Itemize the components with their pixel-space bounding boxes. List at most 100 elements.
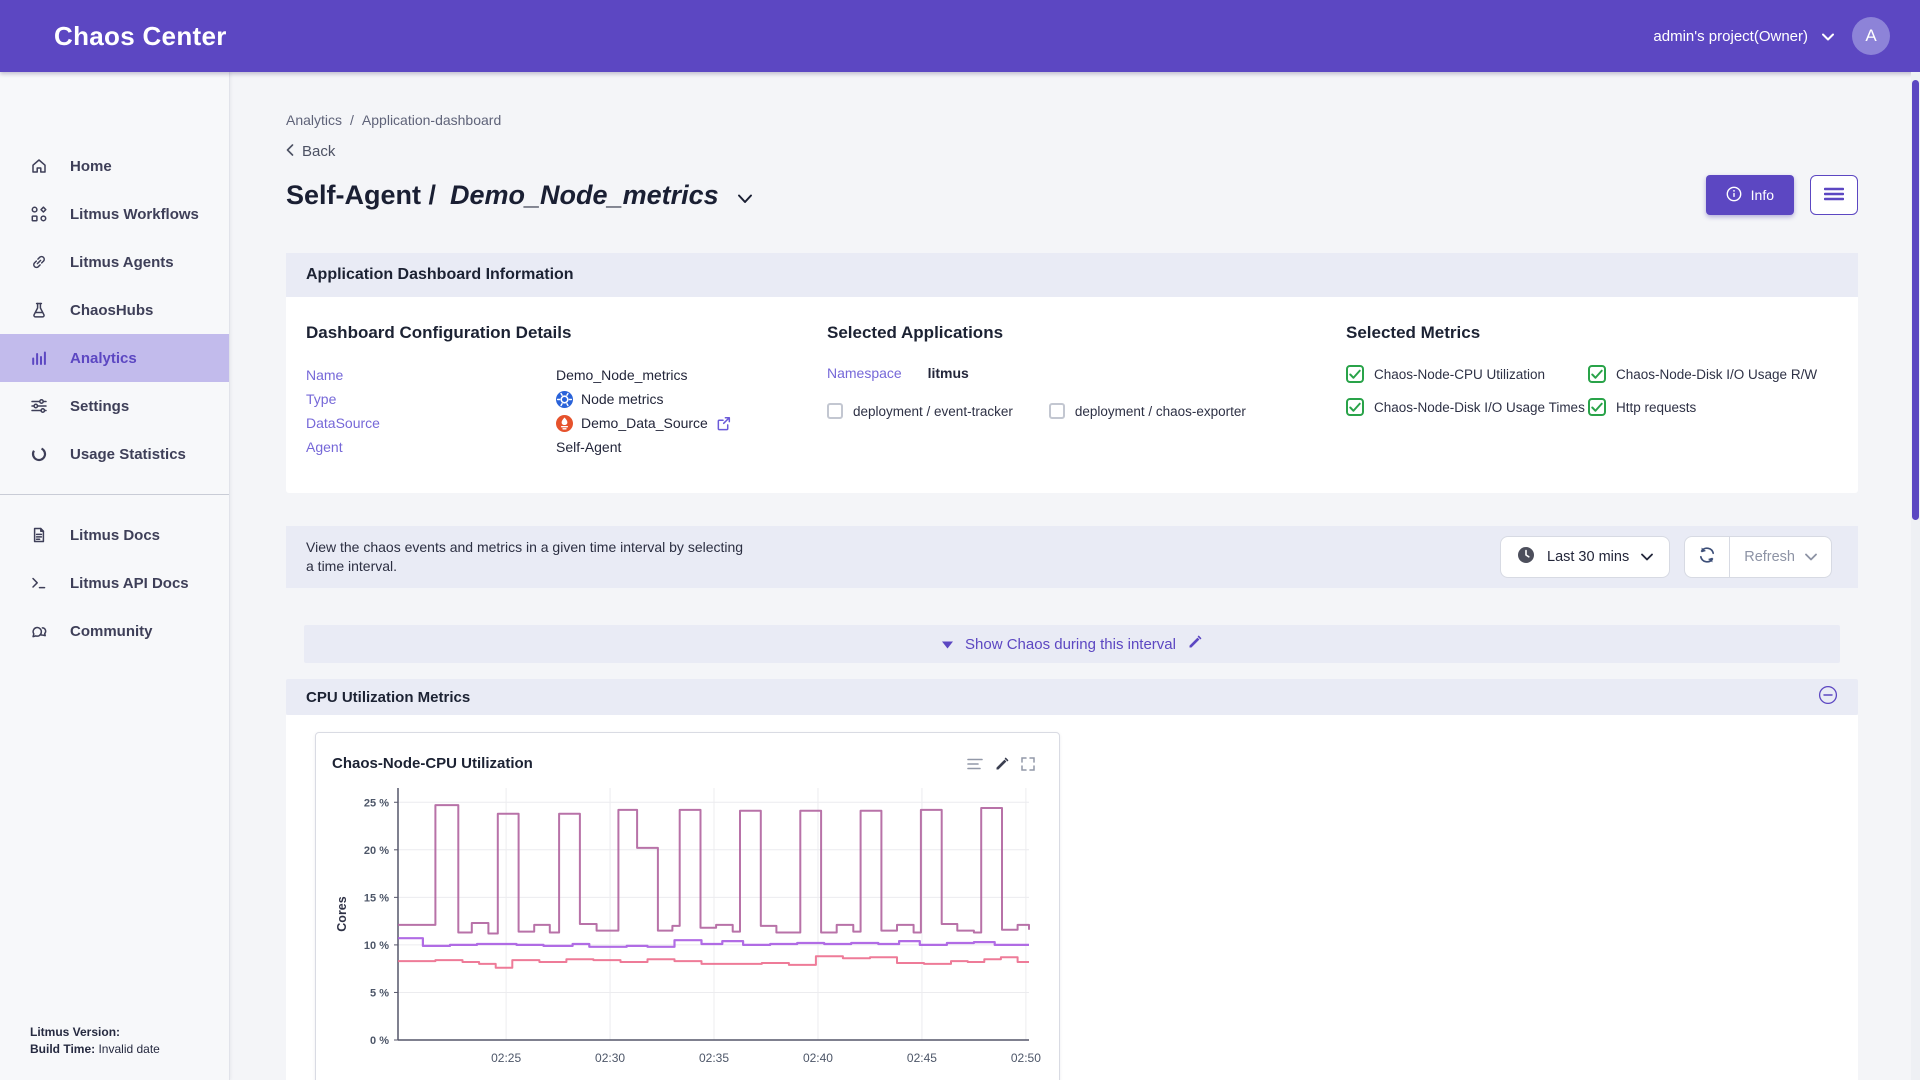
hamburger-menu-icon — [1824, 187, 1844, 204]
workflows-icon — [30, 205, 48, 223]
sidebar-item-litmus-api-docs[interactable]: Litmus API Docs — [0, 559, 229, 607]
app-header: Chaos Center admin's project(Owner) A — [0, 0, 1920, 72]
sidebar-item-litmus-docs[interactable]: Litmus Docs — [0, 511, 229, 559]
chart-expand-icon[interactable] — [1021, 757, 1035, 771]
back-label: Back — [302, 143, 335, 160]
settings-icon — [30, 397, 48, 415]
time-interval-bar: View the chaos events and metrics in a g… — [286, 526, 1858, 588]
sidebar-item-analytics[interactable]: Analytics — [0, 334, 229, 382]
config-value-text: Self-Agent — [556, 439, 621, 455]
time-range-select[interactable]: Last 30 mins — [1500, 536, 1670, 578]
version-info: Litmus Version: Build Time: Invalid date — [30, 1024, 160, 1058]
sidebar-item-usage-statistics[interactable]: Usage Statistics — [0, 430, 229, 478]
show-chaos-label: Show Chaos during this interval — [965, 636, 1176, 653]
cpu-panel-title: CPU Utilization Metrics — [306, 689, 470, 706]
docs-icon — [30, 526, 48, 544]
config-value: Demo_Data_Source — [556, 415, 731, 432]
sidebar-item-home[interactable]: Home — [0, 142, 229, 190]
build-time-value: Invalid date — [98, 1042, 159, 1056]
series-node-cpu-peaks — [398, 805, 1029, 933]
checkbox-checked-icon[interactable] — [1588, 398, 1606, 416]
selected-metrics-title: Selected Metrics — [1346, 323, 1846, 343]
checkbox-label: Http requests — [1616, 400, 1696, 415]
sidebar-item-litmus-workflows[interactable]: Litmus Workflows — [0, 190, 229, 238]
checkbox-checked-icon[interactable] — [1588, 365, 1606, 383]
sidebar-item-litmus-agents[interactable]: Litmus Agents — [0, 238, 229, 286]
avatar[interactable]: A — [1852, 17, 1890, 55]
checkbox-unchecked-icon[interactable] — [827, 403, 843, 419]
config-label: Name — [306, 367, 556, 383]
selected-metrics-section: Selected Metrics Chaos-Node-CPU Utilizat… — [1346, 323, 1846, 416]
project-picker[interactable]: admin's project(Owner) — [1653, 28, 1834, 45]
checkbox-deployment-chaos-exporter[interactable]: deployment / chaos-exporter — [1049, 403, 1246, 419]
svg-text:02:40: 02:40 — [803, 1051, 833, 1065]
edit-pencil-icon[interactable] — [1188, 635, 1202, 653]
chart-options-icon[interactable] — [967, 758, 983, 770]
node-metrics-icon — [556, 391, 573, 408]
config-details-title: Dashboard Configuration Details — [306, 323, 806, 343]
series-node-cpu-mid — [398, 938, 1029, 947]
breadcrumb-application-dashboard[interactable]: Application-dashboard — [362, 112, 501, 128]
dashboard-menu-button[interactable] — [1810, 175, 1858, 215]
svg-text:02:25: 02:25 — [491, 1051, 521, 1065]
usage-icon — [30, 445, 48, 463]
collapse-panel-icon[interactable] — [1818, 685, 1838, 709]
info-card-header: Application Dashboard Information — [286, 253, 1858, 297]
checkbox-checked-icon[interactable] — [1346, 398, 1364, 416]
checkbox-chaos-node-disk-i-o-usage-times[interactable]: Chaos-Node-Disk I/O Usage Times — [1346, 398, 1588, 416]
svg-text:5 %: 5 % — [370, 987, 389, 999]
cpu-utilization-chart: 0 %5 %10 %15 %20 %25 %02:2502:3002:3502:… — [316, 778, 1061, 1080]
config-details-section: Dashboard Configuration Details NameDemo… — [306, 323, 806, 459]
svg-text:15 %: 15 % — [364, 892, 389, 904]
external-link-icon[interactable] — [716, 416, 731, 431]
sidebar-item-label: Home — [70, 158, 112, 175]
prometheus-icon — [556, 415, 573, 432]
main-content: Analytics / Application-dashboard Back S… — [230, 72, 1920, 1080]
back-button[interactable]: Back — [286, 143, 356, 160]
svg-text:25 %: 25 % — [364, 797, 389, 809]
sidebar-item-label: Litmus API Docs — [70, 575, 189, 592]
breadcrumb: Analytics / Application-dashboard — [286, 112, 1858, 128]
sidebar-item-community[interactable]: Community — [0, 607, 229, 655]
sidebar-item-settings[interactable]: Settings — [0, 382, 229, 430]
checkbox-deployment-event-tracker[interactable]: deployment / event-tracker — [827, 403, 1013, 419]
sidebar-item-label: Settings — [70, 398, 129, 415]
checkbox-chaos-node-cpu-utilization[interactable]: Chaos-Node-CPU Utilization — [1346, 365, 1588, 383]
vertical-scrollbar[interactable] — [1911, 72, 1920, 1080]
show-chaos-toggle[interactable]: Show Chaos during this interval — [304, 625, 1840, 663]
checkbox-checked-icon[interactable] — [1346, 365, 1364, 383]
title-chevron-down-icon[interactable] — [737, 180, 753, 211]
sidebar-item-label: ChaosHubs — [70, 302, 153, 319]
refresh-select[interactable]: Refresh — [1730, 536, 1832, 578]
chart-edit-pencil-icon[interactable] — [995, 757, 1009, 771]
refresh-now-button[interactable] — [1684, 536, 1730, 578]
svg-text:02:35: 02:35 — [699, 1051, 729, 1065]
sidebar-item-label: Analytics — [70, 350, 137, 367]
sidebar-item-chaoshubs[interactable]: ChaosHubs — [0, 286, 229, 334]
info-button[interactable]: Info — [1706, 175, 1794, 215]
svg-text:02:30: 02:30 — [595, 1051, 625, 1065]
refresh-chevron-icon — [1805, 549, 1817, 565]
sidebar-item-label: Community — [70, 623, 153, 640]
namespace-value: litmus — [928, 365, 969, 381]
checkbox-http-requests[interactable]: Http requests — [1588, 398, 1846, 416]
sidebar-divider — [0, 494, 229, 495]
series-node-cpu-low — [398, 956, 1029, 967]
svg-text:Cores: Cores — [335, 896, 349, 931]
chart-title: Chaos-Node-CPU Utilization — [332, 755, 533, 772]
config-value: Self-Agent — [556, 439, 621, 455]
project-name: admin's project(Owner) — [1653, 28, 1808, 45]
checkbox-chaos-node-disk-i-o-usage-r-w[interactable]: Chaos-Node-Disk I/O Usage R/W — [1588, 365, 1846, 383]
info-icon — [1726, 186, 1742, 205]
app-brand: Chaos Center — [54, 21, 227, 52]
config-value-text: Node metrics — [581, 391, 663, 407]
cpu-chart-card: Chaos-Node-CPU Utilization 0 %5 %10 %1 — [315, 732, 1060, 1080]
scrollbar-thumb[interactable] — [1912, 80, 1919, 520]
refresh-select-label: Refresh — [1744, 549, 1795, 565]
breadcrumb-separator: / — [350, 112, 354, 128]
breadcrumb-analytics[interactable]: Analytics — [286, 112, 342, 128]
config-row-type: TypeNode metrics — [306, 387, 806, 411]
checkbox-unchecked-icon[interactable] — [1049, 403, 1065, 419]
config-row-agent: AgentSelf-Agent — [306, 435, 806, 459]
config-value-text: Demo_Node_metrics — [556, 367, 688, 383]
